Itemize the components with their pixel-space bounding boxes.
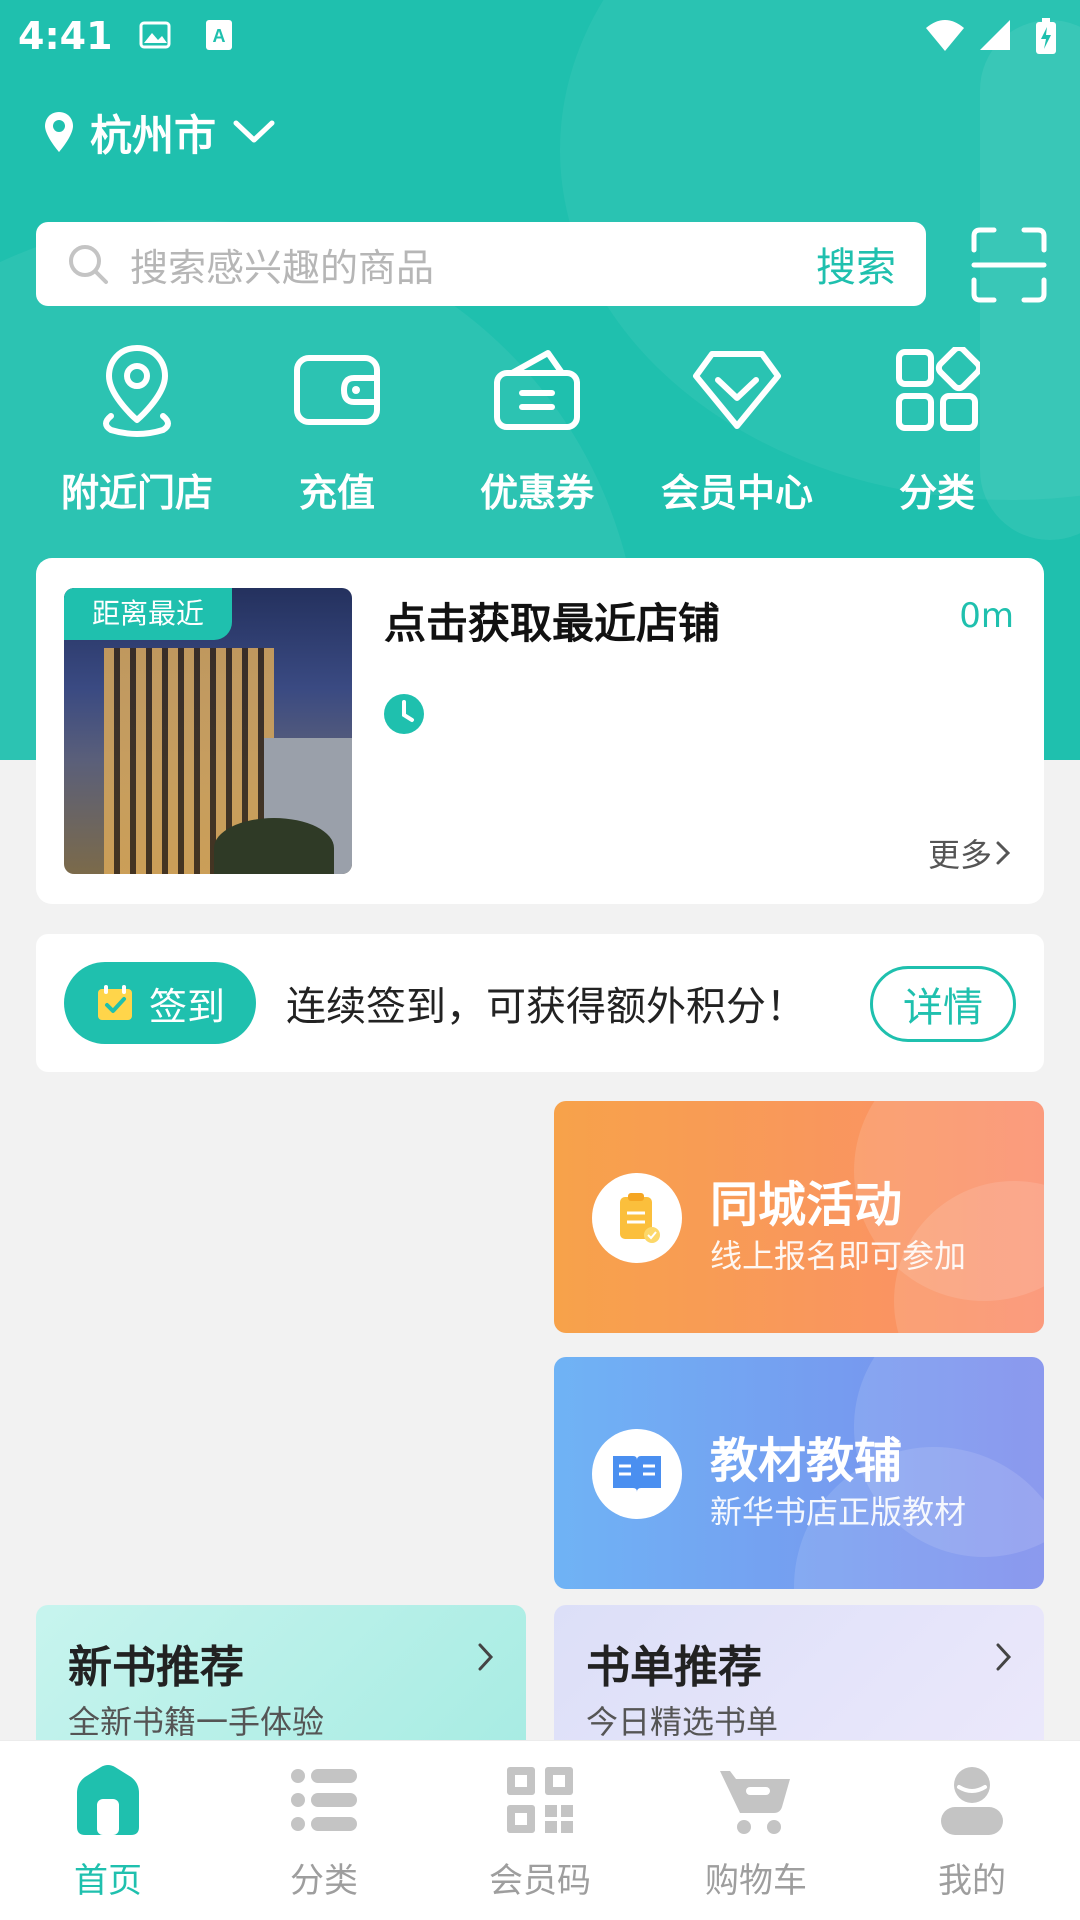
card-title: 同城活动	[710, 1177, 903, 1233]
quick-item-label: 充值	[298, 471, 375, 515]
city-name: 杭州市	[90, 110, 217, 160]
tab-cart[interactable]: 购物车	[648, 1741, 864, 1920]
detail-button[interactable]: 详情	[870, 966, 1016, 1042]
quick-item-label: 会员中心	[660, 471, 813, 515]
user-icon	[941, 1767, 1003, 1835]
tab-label: 分类	[290, 1861, 358, 1901]
more-link[interactable]: 更多	[928, 830, 1014, 876]
quick-item-coupon[interactable]: 优惠券	[437, 340, 637, 520]
store-title[interactable]: 点击获取最近店铺	[384, 590, 720, 651]
signin-message: 连续签到，可获得额外积分！	[286, 984, 806, 1030]
clipboard-icon	[620, 1193, 660, 1243]
tab-label: 我的	[938, 1861, 1006, 1901]
signin-bar: 签到 连续签到，可获得额外积分！ 详情	[36, 934, 1044, 1072]
chevron-right-icon	[996, 841, 1011, 865]
city-selector[interactable]: 杭州市	[42, 102, 276, 162]
svg-text:A: A	[213, 26, 226, 46]
tab-member-code[interactable]: 会员码	[432, 1741, 648, 1920]
quick-item-member-center[interactable]: 会员中心	[637, 340, 837, 520]
search-input[interactable]: 搜索感兴趣的商品	[130, 237, 816, 292]
store-distance: 0m	[959, 596, 1014, 636]
local-activity-card[interactable]: 同城活动 线上报名即可参加	[554, 1101, 1044, 1333]
list-icon	[291, 1769, 357, 1831]
book-icon	[613, 1456, 661, 1492]
nearest-tag: 距离最近	[64, 588, 233, 640]
home-icon	[77, 1765, 139, 1835]
tab-label: 首页	[74, 1861, 142, 1901]
signin-label: 签到	[148, 984, 225, 1029]
cart-icon	[720, 1771, 790, 1834]
wallet-icon	[294, 355, 380, 425]
status-time: 4:41	[18, 14, 113, 58]
tab-home[interactable]: 首页	[0, 1741, 216, 1920]
quick-menu: 附近门店 充值 优惠券 会员中心 分类	[0, 340, 1080, 520]
battery-icon	[1036, 18, 1056, 54]
quick-item-recharge[interactable]: 充值	[237, 340, 437, 520]
store-photo: 距离最近	[64, 588, 352, 874]
new-books-card[interactable]: 新书推荐 全新书籍一手体验	[36, 1605, 526, 1745]
tab-label: 购物车	[705, 1861, 807, 1901]
nearest-store-card[interactable]: 距离最近 点击获取最近店铺 0m 更多	[36, 558, 1044, 904]
card-subtitle: 线上报名即可参加	[710, 1237, 967, 1275]
coupon-icon	[494, 350, 580, 430]
card-subtitle: 全新书籍一手体验	[68, 1703, 325, 1741]
search-icon	[69, 245, 108, 284]
card-title: 教材教辅	[710, 1433, 903, 1489]
wifi-icon	[926, 20, 964, 51]
card-title: 书单推荐	[586, 1642, 762, 1693]
search-button[interactable]: 搜索	[816, 235, 896, 293]
clock-icon	[384, 694, 424, 734]
text-notification-icon: A	[206, 20, 232, 50]
card-subtitle: 今日精选书单	[586, 1703, 779, 1741]
signin-button[interactable]: 签到	[64, 962, 256, 1044]
location-pin-icon	[45, 112, 73, 152]
quick-item-nearby-store[interactable]: 附近门店	[37, 340, 237, 520]
quick-item-label: 优惠券	[479, 471, 594, 515]
quick-item-category[interactable]: 分类	[837, 340, 1037, 520]
location-pin-icon	[103, 345, 171, 437]
bottom-tab-bar: 首页 分类 会员码 购物车 我的	[0, 1740, 1080, 1920]
category-grid-icon	[896, 347, 980, 431]
textbook-card[interactable]: 教材教辅 新华书店正版教材	[554, 1357, 1044, 1589]
chevron-down-icon	[233, 120, 275, 143]
card-subtitle: 新华书店正版教材	[710, 1493, 967, 1531]
image-notification-icon	[139, 21, 171, 49]
signal-icon	[980, 20, 1010, 50]
quick-item-label: 附近门店	[60, 471, 213, 515]
card-title: 新书推荐	[68, 1642, 244, 1693]
tab-category[interactable]: 分类	[216, 1741, 432, 1920]
more-label: 更多	[927, 836, 992, 874]
status-bar: 4:41 A	[0, 0, 1080, 75]
tab-mine[interactable]: 我的	[864, 1741, 1080, 1920]
quick-item-label: 分类	[898, 471, 975, 515]
chevron-right-icon	[478, 1643, 494, 1671]
scan-icon[interactable]	[970, 226, 1048, 304]
chevron-right-icon	[996, 1643, 1012, 1671]
qr-code-icon	[507, 1767, 573, 1833]
calendar-check-icon	[97, 985, 132, 1020]
diamond-icon	[693, 351, 781, 429]
booklist-card[interactable]: 书单推荐 今日精选书单	[554, 1605, 1044, 1745]
tab-label: 会员码	[489, 1861, 591, 1901]
search-bar[interactable]: 搜索感兴趣的商品 搜索	[36, 222, 926, 306]
